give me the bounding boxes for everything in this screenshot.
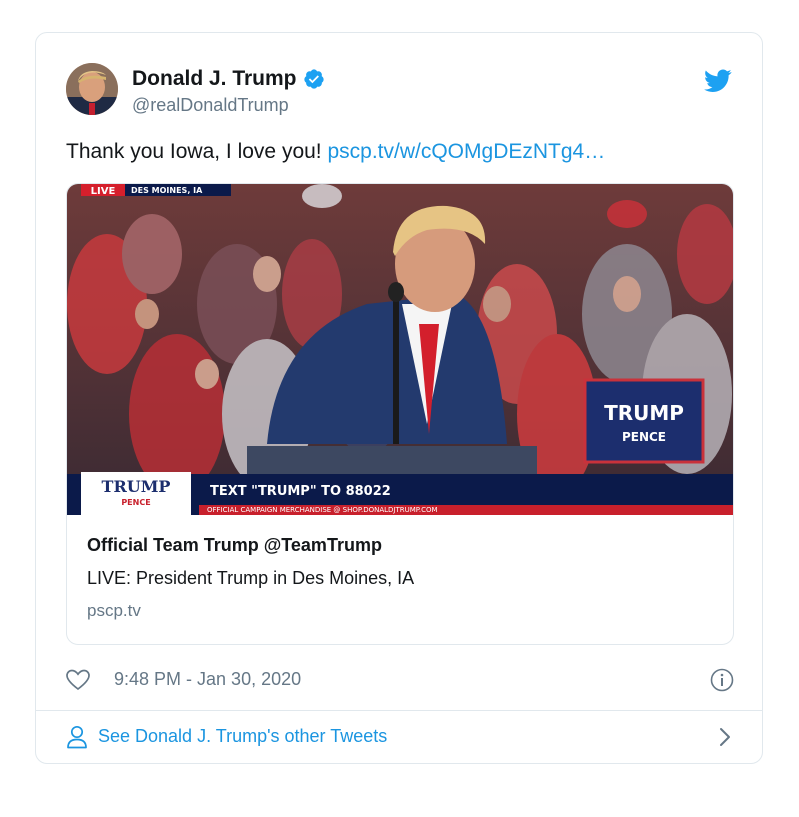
- twitter-bird-icon[interactable]: [704, 69, 732, 93]
- info-icon[interactable]: [710, 668, 734, 692]
- media-card[interactable]: TRUMP PENCE LIVE DES MOINES, IA OFFICIAL…: [66, 183, 734, 645]
- tweet-header: Donald J. Trump @realDonaldTrump: [66, 63, 734, 117]
- tweet-timestamp[interactable]: 9:48 PM - Jan 30, 2020: [114, 669, 301, 690]
- location-label: DES MOINES, IA: [131, 186, 203, 195]
- text-prompt: TEXT "TRUMP" TO 88022: [210, 484, 391, 499]
- live-badge: LIVE: [91, 186, 116, 197]
- video-thumbnail[interactable]: TRUMP PENCE LIVE DES MOINES, IA OFFICIAL…: [67, 184, 734, 515]
- chevron-right-icon[interactable]: [718, 727, 732, 747]
- person-icon: [67, 725, 87, 749]
- ticker: OFFICIAL CAMPAIGN MERCHANDISE @ SHOP.DON…: [207, 506, 438, 514]
- logo-line-2: PENCE: [121, 498, 150, 507]
- card-description[interactable]: LIVE: President Trump in Des Moines, IA: [87, 568, 713, 589]
- card-body[interactable]: Official Team Trump @TeamTrump LIVE: Pre…: [87, 535, 713, 621]
- meta-row: 9:48 PM - Jan 30, 2020: [66, 667, 734, 693]
- display-name[interactable]: Donald J. Trump: [132, 67, 297, 91]
- sign-line-1: TRUMP: [604, 401, 684, 425]
- divider: [36, 710, 762, 711]
- card-domain[interactable]: pscp.tv: [87, 601, 713, 621]
- tweet-link[interactable]: pscp.tv/w/cQOMgDEzNTg4…: [327, 140, 605, 163]
- heart-icon[interactable]: [66, 669, 90, 691]
- avatar[interactable]: [66, 63, 118, 115]
- card-title[interactable]: Official Team Trump @TeamTrump: [87, 535, 713, 556]
- handle[interactable]: @realDonaldTrump: [132, 95, 289, 116]
- see-other-tweets-link[interactable]: See Donald J. Trump's other Tweets: [66, 723, 734, 751]
- verified-badge-icon: [303, 69, 324, 89]
- tweet-text-body: Thank you Iowa, I love you!: [66, 140, 328, 163]
- tweet-card[interactable]: Donald J. Trump @realDonaldTrump Thank y…: [35, 32, 763, 764]
- logo-line-1: TRUMP: [102, 477, 171, 496]
- see-other-tweets-label[interactable]: See Donald J. Trump's other Tweets: [98, 726, 387, 747]
- display-name-row[interactable]: Donald J. Trump: [132, 67, 325, 91]
- tweet-text: Thank you Iowa, I love you! pscp.tv/w/cQ…: [66, 140, 605, 164]
- sign-line-2: PENCE: [622, 430, 666, 444]
